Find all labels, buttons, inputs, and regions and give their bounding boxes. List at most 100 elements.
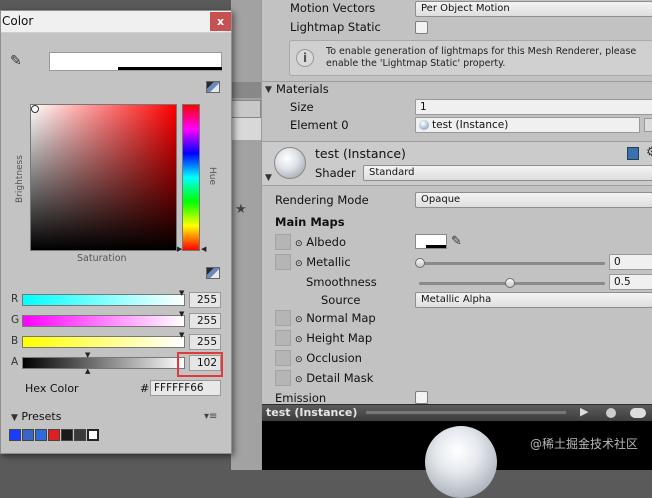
blue-channel-slider[interactable] bbox=[22, 336, 185, 348]
green-value-field[interactable]: 255 bbox=[189, 313, 221, 329]
scene-toolbar bbox=[231, 82, 261, 98]
red-channel-label: R bbox=[11, 293, 19, 305]
target-icon: ⊙ bbox=[295, 315, 303, 325]
favorites-tab[interactable]: ★ bbox=[231, 100, 261, 217]
color-mode-icon[interactable] bbox=[206, 81, 220, 93]
green-channel-slider[interactable] bbox=[22, 315, 185, 327]
watermark: @稀土掘金技术社区 bbox=[529, 437, 638, 451]
alpha-preview-bar bbox=[118, 67, 222, 70]
red-channel-slider[interactable] bbox=[22, 294, 185, 306]
gear-icon[interactable]: ⚙ bbox=[646, 145, 652, 160]
source-dropdown[interactable]: Metallic Alpha bbox=[415, 292, 652, 308]
red-value-field[interactable]: 255 bbox=[189, 292, 221, 308]
eyedropper-icon[interactable]: ✎ bbox=[451, 234, 462, 249]
hex-color-field[interactable]: FFFFFF66 bbox=[150, 380, 221, 396]
element-0-label: Element 0 bbox=[290, 118, 349, 132]
expand-triangle-icon[interactable]: ▼ bbox=[265, 85, 272, 95]
help-box: i To enable generation of lightmaps for … bbox=[289, 40, 652, 76]
hue-marker-right-icon: ◀ bbox=[201, 245, 207, 253]
preset-swatch[interactable] bbox=[48, 429, 60, 441]
hue-marker-left-icon: ▶ bbox=[177, 245, 183, 253]
normal-map-slot[interactable] bbox=[275, 310, 291, 326]
presets-header[interactable]: ▼ Presets bbox=[11, 410, 61, 423]
metallic-texture-slot[interactable] bbox=[275, 254, 291, 270]
motion-vectors-dropdown[interactable]: Per Object Motion bbox=[415, 1, 652, 17]
shader-dropdown[interactable]: Standard bbox=[363, 165, 652, 181]
occlusion-text: Occlusion bbox=[306, 351, 362, 365]
hue-slider[interactable] bbox=[182, 104, 200, 251]
material-name: test (Instance) bbox=[315, 146, 406, 161]
emission-checkbox[interactable] bbox=[415, 391, 428, 404]
preview-toolbar: test (Instance) ▶ bbox=[262, 404, 652, 421]
metallic-slider-knob[interactable] bbox=[415, 258, 425, 268]
color-window-title: Color bbox=[2, 14, 34, 28]
height-map-label: ⊙ Height Map bbox=[295, 331, 372, 345]
metallic-text: Metallic bbox=[306, 255, 351, 269]
inspector-panel: Motion Vectors Per Object Motion Lightma… bbox=[261, 0, 652, 498]
normal-map-text: Normal Map bbox=[306, 311, 376, 325]
slider-mode-icon[interactable] bbox=[206, 267, 220, 279]
height-map-slot[interactable] bbox=[275, 330, 291, 346]
close-button[interactable]: x bbox=[210, 12, 231, 31]
eyedropper-icon[interactable]: ✎ bbox=[10, 53, 22, 69]
preview-drag-bar[interactable] bbox=[366, 411, 566, 414]
red-handle-icon[interactable]: ▼ bbox=[179, 289, 184, 297]
target-icon: ⊙ bbox=[295, 239, 303, 249]
size-field[interactable]: 1 bbox=[415, 99, 652, 115]
motion-vectors-label: Motion Vectors bbox=[290, 1, 376, 15]
alpha-handle-top-icon[interactable]: ▼ bbox=[85, 351, 90, 359]
rendering-mode-label: Rendering Mode bbox=[275, 193, 369, 207]
main-maps-heading: Main Maps bbox=[275, 215, 345, 229]
play-icon[interactable]: ▶ bbox=[580, 405, 588, 418]
albedo-color-field[interactable] bbox=[415, 234, 447, 249]
detail-mask-label: ⊙ Detail Mask bbox=[295, 371, 373, 385]
element-0-field[interactable]: test (Instance) bbox=[415, 117, 640, 133]
light-toggle-icon[interactable] bbox=[630, 408, 646, 418]
object-picker-button[interactable] bbox=[644, 118, 652, 132]
metallic-value-field[interactable]: 0 bbox=[609, 254, 652, 270]
preset-swatch[interactable] bbox=[61, 429, 73, 441]
preset-swatch[interactable] bbox=[22, 429, 34, 441]
albedo-alpha-bar bbox=[426, 245, 446, 248]
occlusion-slot[interactable] bbox=[275, 350, 291, 366]
alpha-channel-slider[interactable] bbox=[22, 357, 185, 369]
rendering-mode-dropdown[interactable]: Opaque bbox=[415, 192, 652, 208]
smoothness-value-field[interactable]: 0.5 bbox=[609, 274, 652, 290]
metallic-label: ⊙ Metallic bbox=[295, 255, 351, 269]
preset-swatch[interactable] bbox=[74, 429, 86, 441]
book-icon[interactable] bbox=[627, 147, 639, 160]
lightmap-static-checkbox[interactable] bbox=[415, 21, 428, 34]
preview-title: test (Instance) bbox=[266, 406, 358, 419]
collapse-triangle-icon[interactable]: ▼ bbox=[265, 173, 272, 183]
saturation-brightness-handle[interactable] bbox=[31, 105, 39, 113]
smoothness-slider-knob[interactable] bbox=[505, 278, 515, 288]
color-window-titlebar[interactable]: Color x bbox=[1, 11, 231, 33]
albedo-text: Albedo bbox=[306, 235, 346, 249]
preset-swatch[interactable] bbox=[35, 429, 47, 441]
scene-header bbox=[231, 118, 261, 140]
target-icon: ⊙ bbox=[295, 259, 303, 269]
metallic-slider[interactable] bbox=[419, 262, 605, 265]
color-picker-window: Color x ✎ Brightness ▶ ◀ Hue Saturation … bbox=[0, 10, 232, 454]
saturation-brightness-picker[interactable] bbox=[30, 104, 177, 251]
sphere-preview-icon[interactable] bbox=[606, 408, 616, 418]
hex-hash: # bbox=[140, 382, 150, 395]
presets-menu-icon[interactable]: ▾≡ bbox=[204, 411, 217, 422]
target-icon: ⊙ bbox=[295, 335, 303, 345]
material-preview-sphere bbox=[425, 426, 497, 498]
info-icon: i bbox=[296, 49, 314, 67]
detail-mask-slot[interactable] bbox=[275, 370, 291, 386]
hue-label: Hue bbox=[207, 167, 217, 186]
help-text: To enable generation of lightmaps for th… bbox=[326, 46, 637, 69]
alpha-handle-bottom-icon[interactable]: ▲ bbox=[85, 367, 90, 375]
albedo-texture-slot[interactable] bbox=[275, 234, 291, 250]
green-handle-icon[interactable]: ▼ bbox=[179, 310, 184, 318]
material-sphere-icon bbox=[419, 120, 429, 130]
blue-value-field[interactable]: 255 bbox=[189, 334, 221, 350]
element-0-value: test (Instance) bbox=[432, 119, 509, 131]
preset-swatch[interactable] bbox=[9, 429, 21, 441]
alpha-highlight-box bbox=[177, 352, 223, 377]
emission-label: Emission bbox=[275, 391, 327, 405]
blue-handle-icon[interactable]: ▼ bbox=[179, 331, 184, 339]
preset-swatch-selected[interactable] bbox=[87, 429, 99, 441]
